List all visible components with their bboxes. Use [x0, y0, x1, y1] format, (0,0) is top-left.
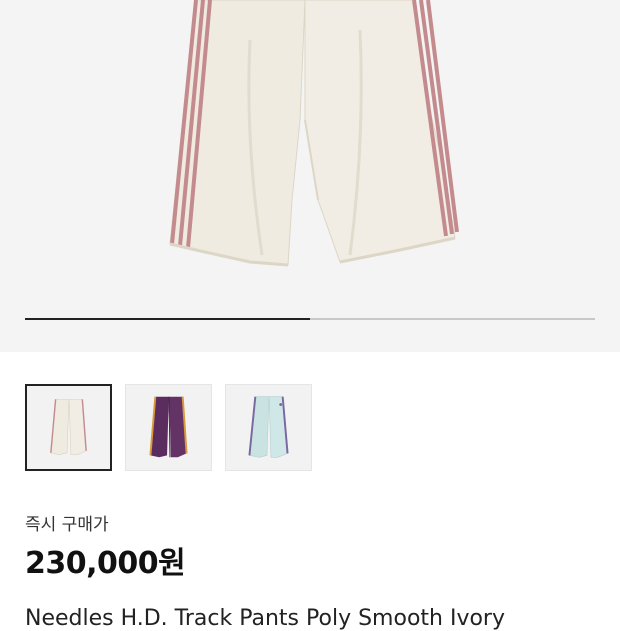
cream-track-pants-image	[50, 399, 87, 455]
thumbnail-purple[interactable]	[125, 384, 212, 471]
product-name: Needles H.D. Track Pants Poly Smooth Ivo…	[25, 606, 505, 631]
price-value: 230,000원	[25, 546, 186, 581]
gallery-progress-bar	[25, 318, 595, 320]
track-pants-image	[169, 0, 459, 267]
purple-track-pants-image	[149, 396, 188, 458]
product-hero-image[interactable]	[0, 0, 620, 352]
mint-track-pants-image	[248, 396, 289, 458]
price-label: 즉시 구매가	[25, 515, 109, 535]
thumbnail-list	[25, 384, 312, 471]
thumbnail-cream[interactable]	[25, 384, 112, 471]
thumbnail-mint[interactable]	[225, 384, 312, 471]
gallery-progress-fill	[25, 318, 310, 320]
